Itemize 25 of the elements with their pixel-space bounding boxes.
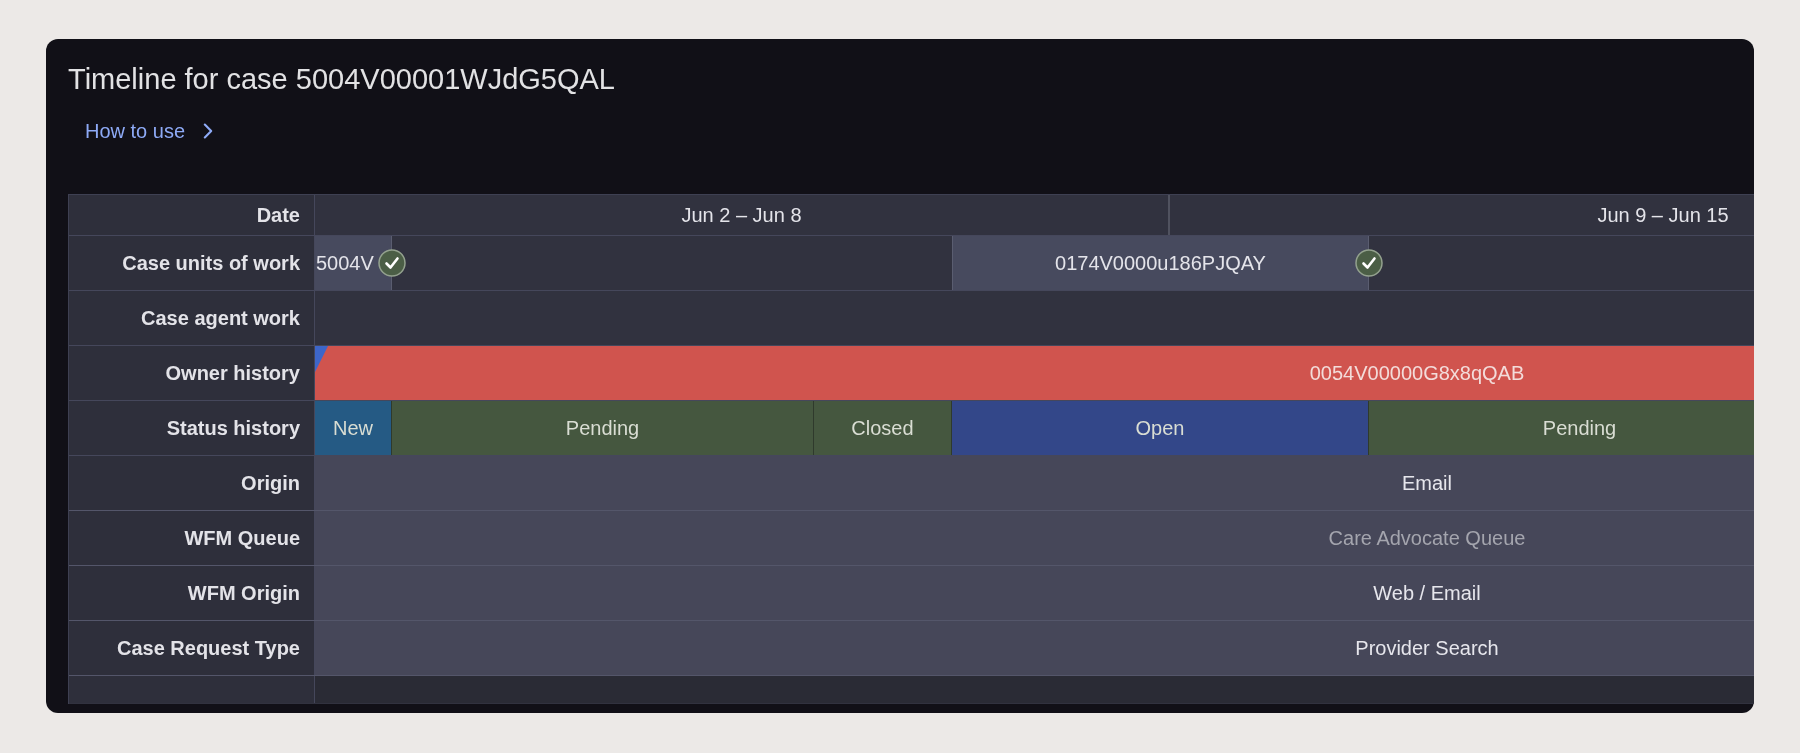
row-label: Date — [69, 195, 315, 235]
work-unit-segment[interactable]: 5004V — [315, 236, 392, 290]
row-label: WFM Queue — [69, 511, 315, 565]
attribute-value-label: Web / Email — [1373, 581, 1481, 605]
owner-segment[interactable]: 0054V00000G8x8qQAB — [315, 346, 1754, 400]
row-label: Owner history — [69, 346, 315, 400]
row-label: Case agent work — [69, 291, 315, 345]
date-range-header: Jun 9 – Jun 15 — [1596, 202, 1730, 228]
attribute-value-label: Care Advocate Queue — [1328, 526, 1526, 550]
status-segment[interactable]: New — [315, 401, 392, 455]
how-to-use-link[interactable]: How to use — [85, 119, 214, 143]
chevron-right-icon — [203, 123, 214, 139]
attribute-value-label: Email — [1402, 471, 1452, 495]
page-title: Timeline for case 5004V00001WJdG5QAL — [68, 62, 615, 96]
status-segment[interactable]: Closed — [814, 401, 952, 455]
row-label: Case Request Type — [69, 621, 315, 675]
row-label: Case units of work — [69, 236, 315, 290]
status-segment[interactable]: Pending — [1369, 401, 1754, 455]
work-unit-segment[interactable]: 0174V0000u186PJQAY — [952, 236, 1369, 290]
status-segment[interactable]: Open — [952, 401, 1369, 455]
row-label: WFM Origin — [69, 566, 315, 620]
attribute-value-label: Provider Search — [1355, 636, 1499, 660]
row-label: Status history — [69, 401, 315, 455]
row-label: Origin — [69, 456, 315, 510]
status-segment[interactable]: Pending — [392, 401, 814, 455]
